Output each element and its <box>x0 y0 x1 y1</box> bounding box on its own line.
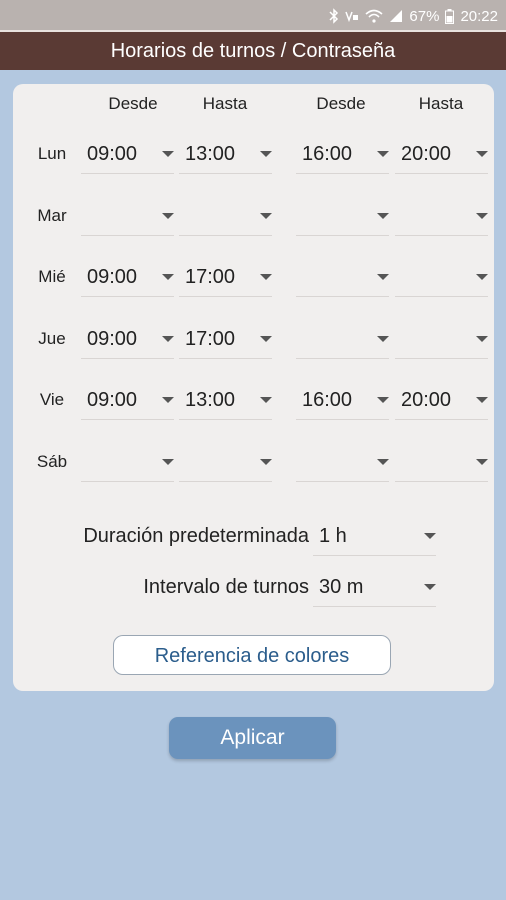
time-value: 20:00 <box>401 389 452 411</box>
interval-label: Intervalo de turnos <box>143 576 309 598</box>
chevron-down-icon <box>162 459 174 465</box>
chevron-down-icon <box>424 584 436 590</box>
desde-select[interactable]: 09:00 <box>81 319 174 359</box>
hasta-select[interactable] <box>395 196 488 236</box>
chevron-down-icon <box>476 274 488 280</box>
col-header-hasta-1: Hasta <box>202 94 248 113</box>
color-reference-button[interactable]: Referencia de colores <box>113 635 391 675</box>
battery-icon <box>445 8 455 24</box>
day-label: Jue <box>38 329 66 348</box>
interval-select[interactable]: 30 m <box>313 567 436 607</box>
day-label: Lun <box>37 144 67 163</box>
desde-select[interactable]: 09:00 <box>81 257 174 297</box>
desde-select[interactable] <box>296 257 389 297</box>
hasta-select[interactable] <box>395 257 488 297</box>
day-label: Mié <box>38 267 66 286</box>
chevron-down-icon <box>162 151 174 157</box>
chevron-down-icon <box>476 151 488 157</box>
time-value: 16:00 <box>302 143 353 165</box>
chevron-down-icon <box>476 459 488 465</box>
page-title: Horarios de turnos / Contraseña <box>0 30 506 70</box>
time-value: 17:00 <box>185 328 236 350</box>
chevron-down-icon <box>476 397 488 403</box>
hasta-select[interactable]: 17:00 <box>179 257 272 297</box>
time-value: 13:00 <box>185 389 236 411</box>
time-value: 13:00 <box>185 143 236 165</box>
day-label: Sáb <box>36 452 68 471</box>
time-value: 20:00 <box>401 143 452 165</box>
battery-percent: 67% <box>409 7 440 25</box>
chevron-down-icon <box>260 336 272 342</box>
desde-select[interactable] <box>81 196 174 236</box>
time-value: 09:00 <box>87 143 138 165</box>
time-value: 09:00 <box>87 328 138 350</box>
signal-icon <box>390 10 403 22</box>
chevron-down-icon <box>377 213 389 219</box>
desde-select[interactable]: 16:00 <box>296 380 389 420</box>
chevron-down-icon <box>377 397 389 403</box>
chevron-down-icon <box>377 459 389 465</box>
day-row: Mar <box>13 196 494 236</box>
chevron-down-icon <box>260 151 272 157</box>
desde-select[interactable]: 09:00 <box>81 134 174 174</box>
col-header-desde-1: Desde <box>108 94 158 113</box>
time-value: 17:00 <box>185 266 236 288</box>
desde-select[interactable] <box>81 442 174 482</box>
status-bar: 67% 20:22 <box>0 0 506 30</box>
hasta-select[interactable]: 13:00 <box>179 380 272 420</box>
interval-value: 30 m <box>319 576 364 598</box>
day-label: Vie <box>39 390 65 409</box>
hasta-select[interactable] <box>179 196 272 236</box>
duration-label: Duración predeterminada <box>83 525 309 547</box>
hasta-select[interactable]: 13:00 <box>179 134 272 174</box>
hasta-select[interactable] <box>179 442 272 482</box>
desde-select[interactable] <box>296 442 389 482</box>
day-row: Sáb <box>13 442 494 482</box>
col-header-desde-2: Desde <box>316 94 366 113</box>
desde-select[interactable]: 16:00 <box>296 134 389 174</box>
volte-icon <box>345 11 359 23</box>
desde-select[interactable] <box>296 196 389 236</box>
day-label: Mar <box>37 206 67 225</box>
chevron-down-icon <box>377 336 389 342</box>
time-value: 16:00 <box>302 389 353 411</box>
chevron-down-icon <box>260 459 272 465</box>
hasta-select[interactable] <box>395 319 488 359</box>
duration-select[interactable]: 1 h <box>313 516 436 556</box>
day-row: Mié 09:00 17:00 <box>13 257 494 297</box>
day-row: Lun 09:00 13:00 16:00 20:00 <box>13 134 494 174</box>
chevron-down-icon <box>162 336 174 342</box>
chevron-down-icon <box>260 274 272 280</box>
hasta-select[interactable]: 20:00 <box>395 380 488 420</box>
wifi-icon <box>365 9 383 23</box>
chevron-down-icon <box>260 397 272 403</box>
schedule-card: Desde Hasta Desde Hasta Lun 09:00 13:00 16:… <box>13 84 494 691</box>
chevron-down-icon <box>260 213 272 219</box>
chevron-down-icon <box>377 151 389 157</box>
chevron-down-icon <box>162 397 174 403</box>
hasta-select[interactable] <box>395 442 488 482</box>
chevron-down-icon <box>162 213 174 219</box>
hasta-select[interactable]: 20:00 <box>395 134 488 174</box>
day-row: Vie 09:00 13:00 16:00 20:00 <box>13 380 494 420</box>
desde-select[interactable]: 09:00 <box>81 380 174 420</box>
bluetooth-icon <box>329 8 339 24</box>
hasta-select[interactable]: 17:00 <box>179 319 272 359</box>
duration-value: 1 h <box>319 525 347 547</box>
chevron-down-icon <box>424 533 436 539</box>
chevron-down-icon <box>476 336 488 342</box>
chevron-down-icon <box>476 213 488 219</box>
apply-button[interactable]: Aplicar <box>169 717 336 759</box>
clock: 20:22 <box>460 7 498 25</box>
time-value: 09:00 <box>87 389 138 411</box>
day-row: Jue 09:00 17:00 <box>13 319 494 359</box>
desde-select[interactable] <box>296 319 389 359</box>
chevron-down-icon <box>377 274 389 280</box>
time-value: 09:00 <box>87 266 138 288</box>
col-header-hasta-2: Hasta <box>418 94 464 113</box>
chevron-down-icon <box>162 274 174 280</box>
